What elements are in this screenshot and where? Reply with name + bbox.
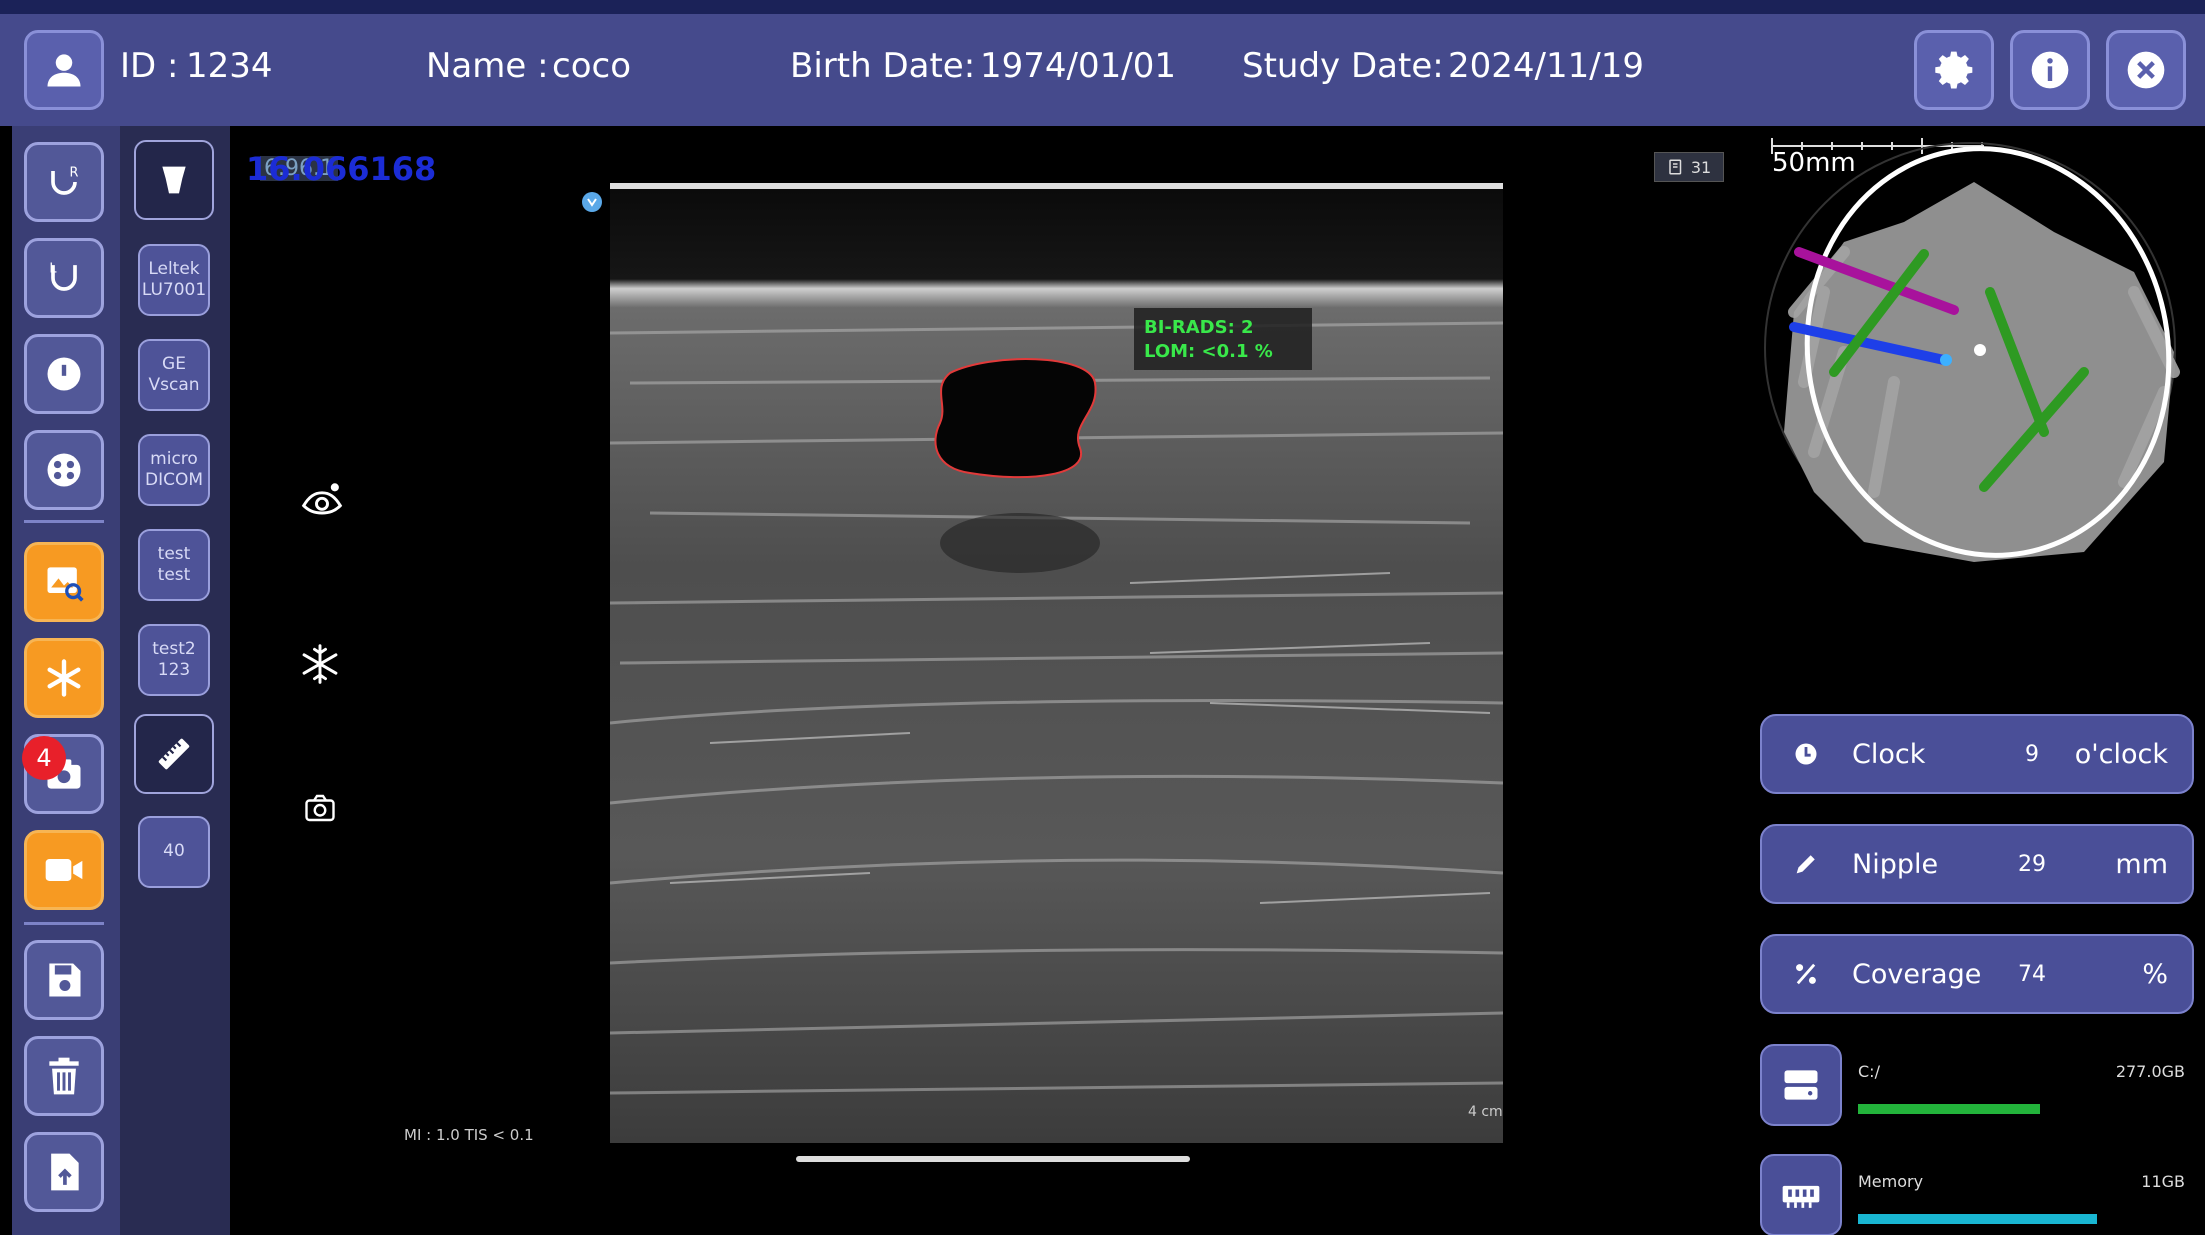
clock-value: 9 bbox=[2025, 741, 2039, 767]
delete-button[interactable] bbox=[24, 1036, 104, 1116]
clock-label: Clock bbox=[1852, 738, 1926, 770]
nipple-value: 29 bbox=[2018, 851, 2046, 877]
settings-button[interactable] bbox=[1914, 30, 1994, 110]
freeze-snowflake-icon[interactable] bbox=[298, 642, 342, 686]
patient-id-value: 1234 bbox=[186, 46, 273, 86]
right-breast-button[interactable]: R bbox=[24, 142, 104, 222]
file-export-icon bbox=[51, 1153, 79, 1191]
birth-date-value: 1974/01/01 bbox=[980, 46, 1176, 86]
scroll-indicator[interactable] bbox=[796, 1156, 1190, 1162]
measure-button[interactable] bbox=[134, 714, 214, 794]
breast-coverage-map[interactable] bbox=[1754, 132, 2194, 572]
memory-label: Memory bbox=[1858, 1172, 1924, 1191]
coverage-value: 74 bbox=[2018, 961, 2046, 987]
memory-size: 11GB bbox=[2141, 1172, 2185, 1191]
video-camera-icon bbox=[45, 859, 83, 881]
disk-usage-bar bbox=[1858, 1104, 2040, 1114]
probe-count[interactable]: 40 bbox=[138, 816, 210, 888]
probe-icon bbox=[162, 166, 186, 194]
left-breast-button[interactable]: L bbox=[24, 238, 104, 318]
disk-size: 277.0GB bbox=[2115, 1062, 2185, 1081]
image-search-icon bbox=[47, 567, 84, 602]
clock-unit: o'clock bbox=[2074, 738, 2168, 770]
capture-count-badge: 4 bbox=[22, 736, 66, 780]
save-icon bbox=[49, 963, 81, 997]
breast-left-icon: L bbox=[49, 262, 77, 291]
patient-name-label: Name : bbox=[426, 46, 549, 86]
frame-icon bbox=[1669, 159, 1682, 175]
study-date-label: Study Date: bbox=[1242, 46, 1444, 86]
memory-icon bbox=[1782, 1185, 1820, 1208]
coverage-label: Coverage bbox=[1852, 958, 1982, 990]
patient-name-value: coco bbox=[552, 46, 631, 86]
memory-usage-bar bbox=[1858, 1214, 2097, 1224]
info-icon bbox=[2031, 51, 2069, 89]
probe-leltek[interactable]: Leltek LU7001 bbox=[138, 244, 210, 316]
gallery-button[interactable] bbox=[24, 542, 104, 622]
quadrant-icon bbox=[47, 453, 81, 487]
snapshot-icon[interactable] bbox=[302, 790, 338, 826]
disk-label: C:/ bbox=[1858, 1062, 1880, 1081]
close-icon bbox=[2127, 51, 2165, 89]
mi-tis-readout: MI : 1.0 TIS < 0.1 bbox=[404, 1126, 534, 1144]
birads-result: BI-RADS: 2 LOM: <0.1 % bbox=[1134, 308, 1312, 370]
probe-ge-vscan[interactable]: GE Vscan bbox=[138, 339, 210, 411]
clock-position-pill[interactable]: Clock 9 o'clock bbox=[1760, 714, 2194, 794]
breast-right-icon: R bbox=[51, 166, 79, 195]
patient-id-label: ID : bbox=[120, 46, 179, 86]
user-icon bbox=[47, 54, 81, 87]
orientation-marker-icon bbox=[582, 192, 602, 212]
export-button[interactable] bbox=[24, 1132, 104, 1212]
snowflake-icon bbox=[47, 659, 81, 697]
toolbar-divider bbox=[24, 922, 104, 925]
probe-test2[interactable]: test2 123 bbox=[138, 624, 210, 696]
lom-value: LOM: <0.1 % bbox=[1144, 341, 1273, 362]
patient-button[interactable] bbox=[24, 30, 104, 110]
toolbar-divider bbox=[24, 520, 104, 523]
disk-button[interactable] bbox=[1760, 1044, 1842, 1126]
ultrasound-image[interactable] bbox=[610, 183, 1503, 1143]
save-button[interactable] bbox=[24, 940, 104, 1020]
probe-micro-dicom[interactable]: micro DICOM bbox=[138, 434, 210, 506]
clock-icon bbox=[47, 357, 81, 391]
clock-button[interactable] bbox=[24, 334, 104, 414]
quadrant-button[interactable] bbox=[24, 430, 104, 510]
frame-counter: 31 bbox=[1654, 152, 1724, 182]
svg-text:R: R bbox=[70, 166, 79, 181]
birth-date-label: Birth Date: bbox=[790, 46, 976, 86]
coverage-unit: % bbox=[2142, 958, 2168, 990]
nipple-distance-pill[interactable]: Nipple 29 mm bbox=[1760, 824, 2194, 904]
percent-icon bbox=[1796, 963, 1816, 985]
record-button[interactable] bbox=[24, 830, 104, 910]
svg-text:L: L bbox=[49, 262, 57, 277]
ruler-icon bbox=[158, 738, 190, 770]
eye-icon[interactable] bbox=[300, 480, 344, 524]
nipple-unit: mm bbox=[2115, 848, 2168, 880]
probe-test[interactable]: test test bbox=[138, 529, 210, 601]
memory-button[interactable] bbox=[1760, 1154, 1842, 1235]
depth-readout: 4 cm bbox=[1468, 1104, 1503, 1120]
clock-icon bbox=[1795, 743, 1817, 765]
nipple-label: Nipple bbox=[1852, 848, 1939, 880]
birads-score: BI-RADS: 2 bbox=[1144, 317, 1254, 338]
overlay-value: 16.066168 bbox=[246, 150, 437, 188]
pencil-icon bbox=[1796, 855, 1815, 874]
freeze-button[interactable] bbox=[24, 638, 104, 718]
coverage-pill[interactable]: Coverage 74 % bbox=[1760, 934, 2194, 1014]
trash-icon bbox=[49, 1057, 79, 1095]
info-button[interactable] bbox=[2010, 30, 2090, 110]
close-button[interactable] bbox=[2106, 30, 2186, 110]
study-date-value: 2024/11/19 bbox=[1448, 46, 1644, 86]
gear-icon bbox=[1935, 51, 1973, 89]
map-scale-label: 50mm bbox=[1772, 148, 1856, 178]
frame-count-value: 31 bbox=[1690, 157, 1712, 177]
probe-type-button[interactable] bbox=[134, 140, 214, 220]
hard-drive-icon bbox=[1784, 1070, 1818, 1100]
